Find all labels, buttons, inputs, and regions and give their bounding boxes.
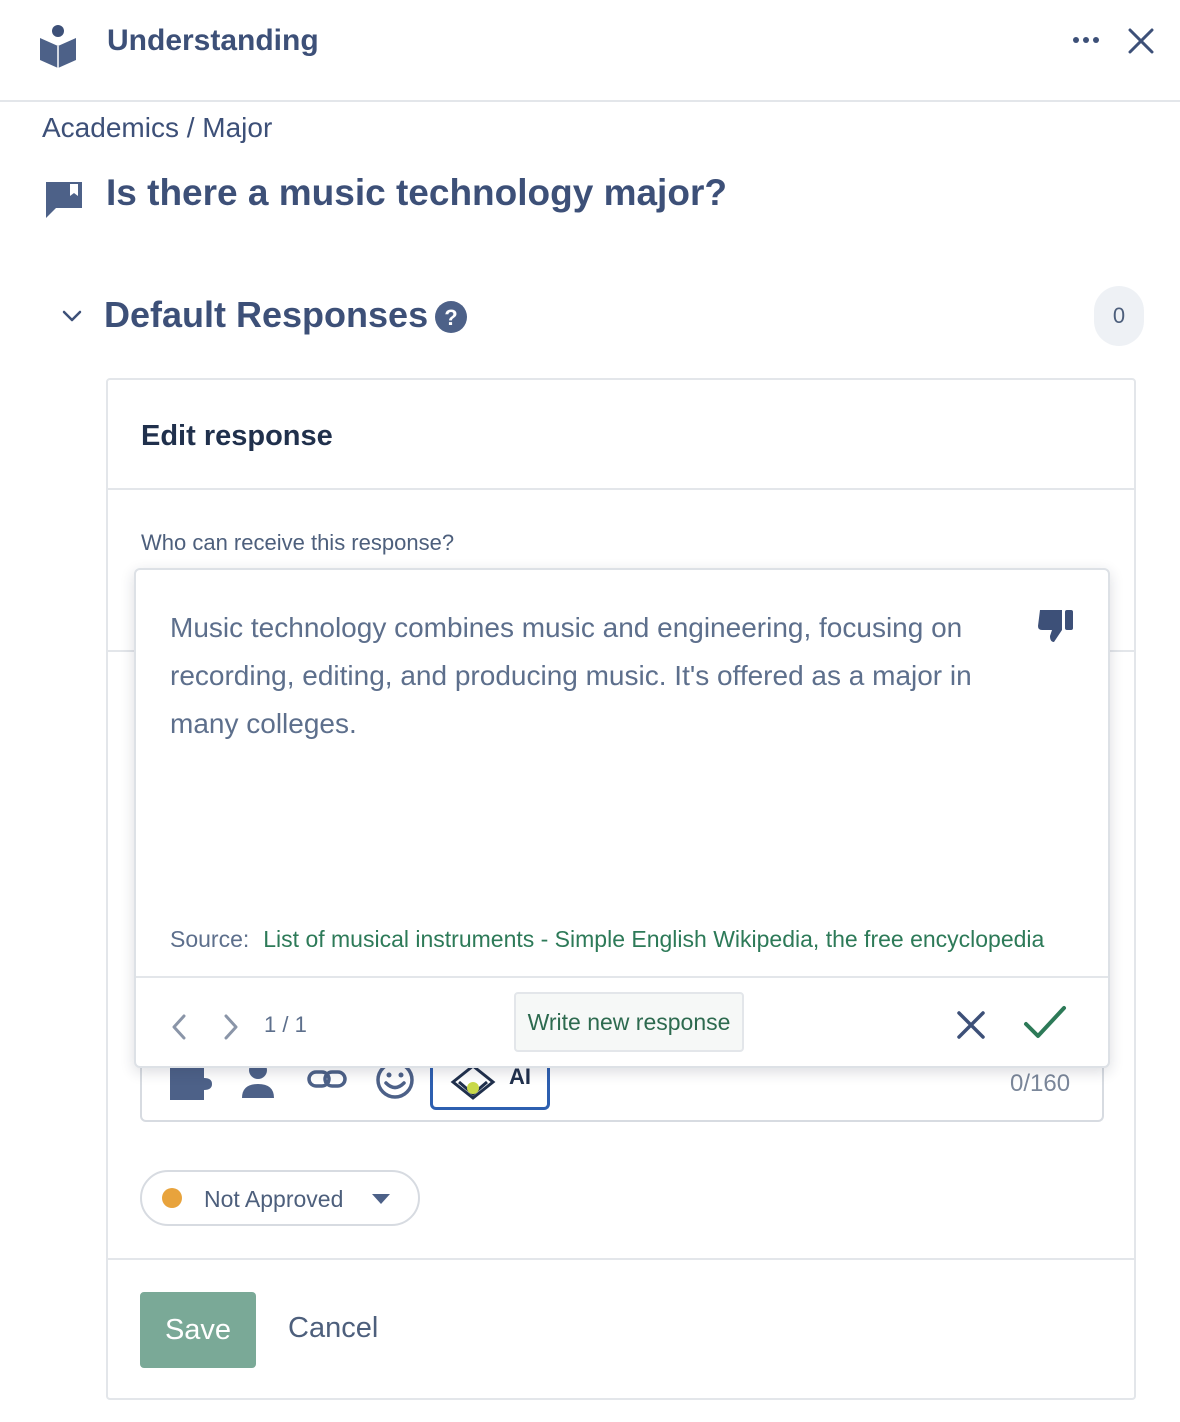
card-title: Edit response <box>141 420 333 452</box>
chevron-left-icon[interactable] <box>168 1012 190 1042</box>
cancel-button[interactable]: Cancel <box>288 1312 378 1345</box>
ellipsis-icon[interactable] <box>1068 26 1104 54</box>
ai-suggestion-popup: Music technology combines music and engi… <box>134 568 1110 1068</box>
save-button[interactable]: Save <box>140 1292 256 1368</box>
book-open-icon <box>46 182 82 218</box>
caret-down-icon <box>372 1194 390 1204</box>
source-row: Source: List of musical instruments - Sim… <box>170 926 1044 953</box>
question-title: Is there a music technology major? <box>106 172 727 213</box>
write-new-response-button[interactable]: Write new response <box>514 992 744 1052</box>
check-icon[interactable] <box>1022 1004 1068 1042</box>
thumbs-down-icon[interactable] <box>1036 606 1076 644</box>
status-dot <box>162 1188 182 1208</box>
section-title[interactable]: Default Responses <box>104 294 428 336</box>
footer-divider <box>108 1258 1134 1260</box>
app-title: Understanding <box>107 24 319 57</box>
ai-suggested-text: Music technology combines music and engi… <box>170 612 972 739</box>
chevron-right-icon[interactable] <box>220 1012 242 1042</box>
breadcrumb[interactable]: Academics / Major <box>42 112 272 144</box>
panel-header: Understanding <box>0 0 1180 102</box>
reading-person-icon <box>40 25 76 68</box>
ai-sparkle-icon <box>450 1064 496 1100</box>
chevron-down-icon[interactable] <box>60 304 84 328</box>
approval-status-dropdown[interactable]: Not Approved <box>140 1170 420 1226</box>
status-label: Not Approved <box>204 1186 344 1212</box>
source-link[interactable]: List of musical instruments - Simple Eng… <box>263 926 1044 952</box>
response-count-badge: 0 <box>1094 286 1144 346</box>
help-icon[interactable]: ? <box>434 300 468 334</box>
page-indicator: 1 / 1 <box>264 1012 307 1037</box>
close-icon[interactable] <box>1124 24 1158 58</box>
source-label: Source: <box>170 926 250 952</box>
popup-divider <box>136 976 1108 978</box>
who-can-receive-label: Who can receive this response? <box>141 530 455 555</box>
card-header: Edit response <box>108 380 1134 490</box>
character-count: 0/160 <box>1010 1070 1071 1097</box>
reject-icon[interactable] <box>954 1008 988 1042</box>
svg-text:?: ? <box>444 305 457 330</box>
